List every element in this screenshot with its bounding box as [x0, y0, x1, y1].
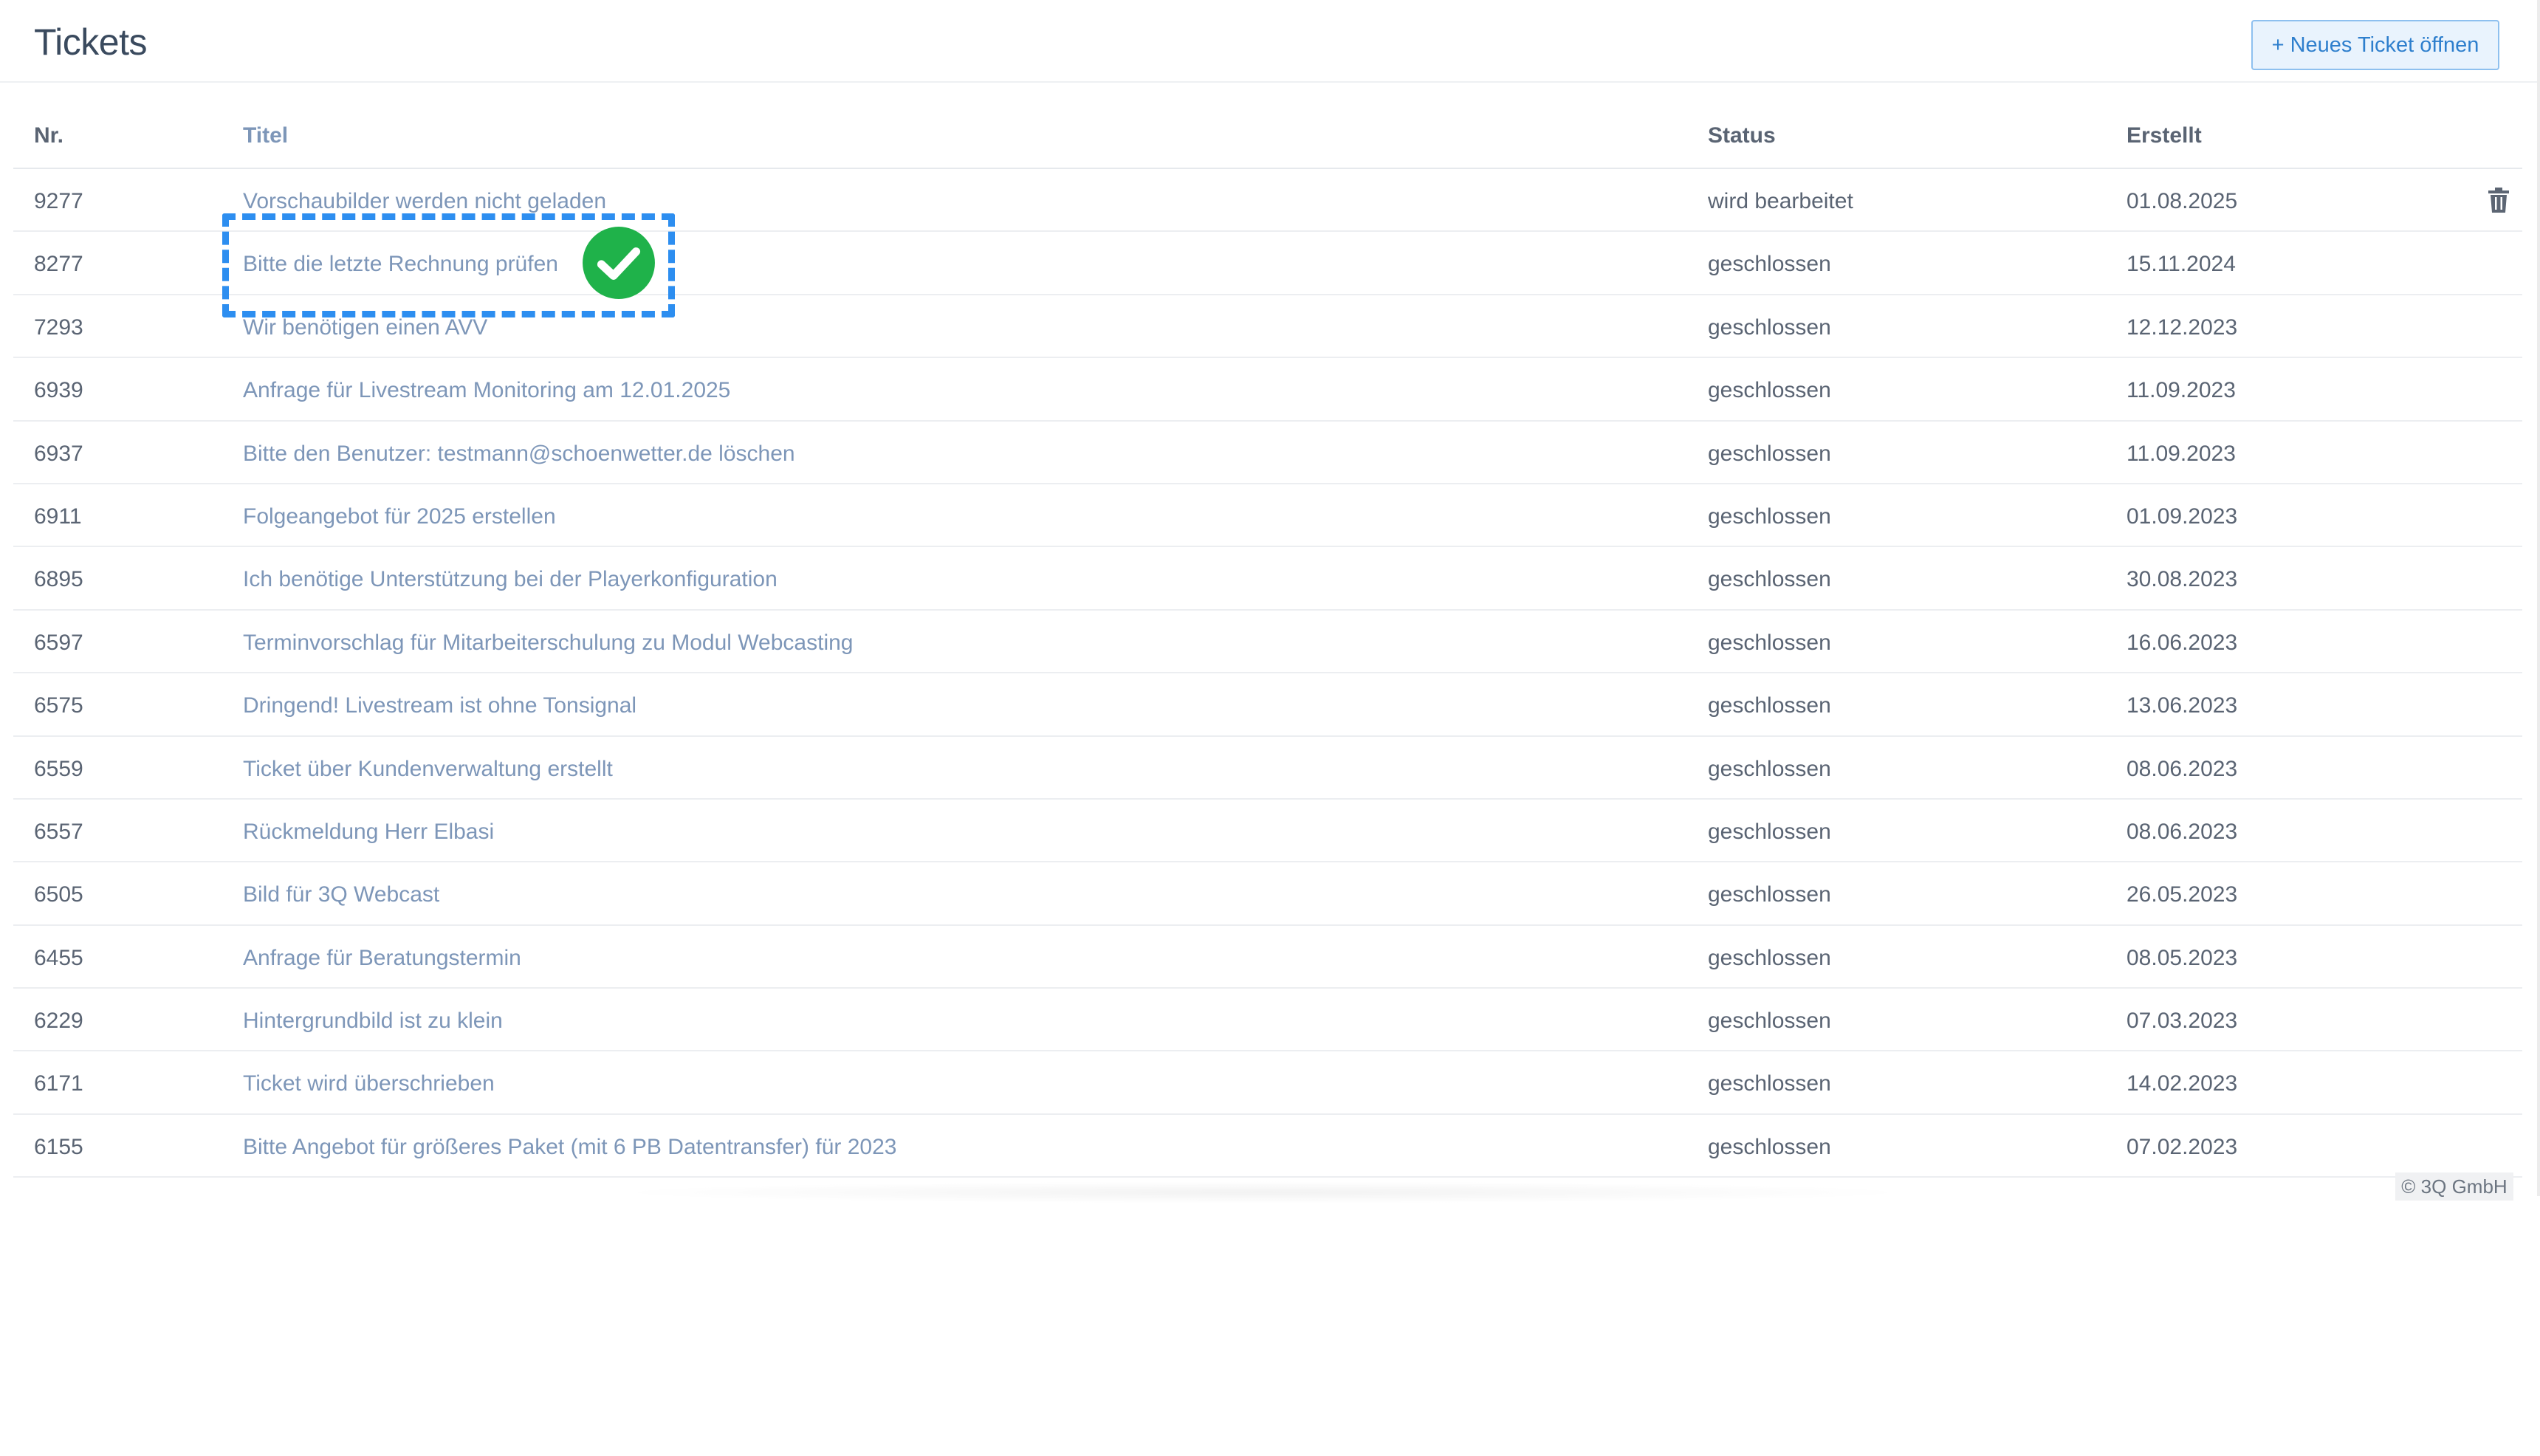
ticket-created-date: 08.06.2023: [2127, 756, 2238, 781]
ticket-status: geschlossen: [1708, 630, 1831, 655]
ticket-title-link[interactable]: Bitte Angebot für größeres Paket (mit 6 …: [243, 1135, 896, 1160]
trash-icon[interactable]: [2487, 187, 2510, 213]
table-row[interactable]: 6939 Anfrage für Livestream Monitoring am…: [13, 358, 2522, 422]
table-body: 9277 Vorschaubilder werden nicht geladen w…: [13, 169, 2522, 1178]
ticket-number: 6229: [34, 1009, 83, 1034]
ticket-title-link[interactable]: Hintergrundbild ist zu klein: [243, 1009, 503, 1034]
ticket-status: geschlossen: [1708, 567, 1831, 592]
ticket-created-date: 08.06.2023: [2127, 819, 2238, 844]
ticket-title-link[interactable]: Rückmeldung Herr Elbasi: [243, 820, 494, 845]
column-header-title: Titel: [243, 123, 289, 148]
ticket-created-date: 12.12.2023: [2127, 315, 2238, 340]
ticket-number: 6455: [34, 945, 83, 970]
ticket-status: geschlossen: [1708, 315, 1831, 340]
ticket-created-date: 16.06.2023: [2127, 630, 2238, 655]
ticket-created-date: 11.09.2023: [2127, 378, 2236, 403]
ticket-title-link[interactable]: Ticket wird überschrieben: [243, 1071, 495, 1096]
ticket-status: geschlossen: [1708, 756, 1831, 781]
ticket-created-date: 11.09.2023: [2127, 441, 2236, 466]
ticket-created-date: 01.09.2023: [2127, 504, 2238, 529]
ticket-number: 6937: [34, 441, 83, 466]
ticket-title-link[interactable]: Bild für 3Q Webcast: [243, 882, 439, 907]
ticket-number: 6597: [34, 630, 83, 655]
ticket-number: 6505: [34, 882, 83, 907]
ticket-title-link[interactable]: Folgeangebot für 2025 erstellen: [243, 504, 556, 529]
ticket-created-date: 07.02.2023: [2127, 1134, 2238, 1159]
ticket-title-link[interactable]: Anfrage für Beratungstermin: [243, 946, 521, 971]
ticket-number: 6911: [34, 504, 82, 529]
column-header-nr: Nr.: [34, 123, 64, 148]
ticket-status: geschlossen: [1708, 882, 1831, 907]
ticket-number: 6895: [34, 567, 83, 592]
ticket-created-date: 15.11.2024: [2127, 252, 2236, 277]
ticket-number: 6939: [34, 378, 83, 403]
ticket-number: 6155: [34, 1134, 83, 1159]
ticket-status: geschlossen: [1708, 1009, 1831, 1034]
ticket-created-date: 30.08.2023: [2127, 567, 2238, 592]
ticket-status: geschlossen: [1708, 252, 1831, 277]
copyright-notice: © 3Q GmbH: [2395, 1172, 2513, 1201]
ticket-created-date: 13.06.2023: [2127, 693, 2238, 718]
ticket-number: 8277: [34, 252, 83, 277]
table-row[interactable]: 6505 Bild für 3Q Webcast geschlossen 26.05.…: [13, 862, 2522, 926]
ticket-status: geschlossen: [1708, 378, 1831, 403]
ticket-title-link[interactable]: Dringend! Livestream ist ohne Tonsignal: [243, 693, 636, 718]
ticket-status: geschlossen: [1708, 504, 1831, 529]
ticket-title-link[interactable]: Terminvorschlag für Mitarbeiterschulung …: [243, 631, 853, 656]
ticket-status: geschlossen: [1708, 1134, 1831, 1159]
ticket-created-date: 08.05.2023: [2127, 945, 2238, 970]
ticket-created-date: 07.03.2023: [2127, 1009, 2238, 1034]
table-row[interactable]: 6937 Bitte den Benutzer: testmann@schoenw…: [13, 422, 2522, 484]
ticket-status: geschlossen: [1708, 693, 1831, 718]
column-header-status: Status: [1708, 123, 1776, 148]
ticket-number: 9277: [34, 189, 83, 213]
table-row[interactable]: 6895 Ich benötige Unterstützung bei der P…: [13, 547, 2522, 611]
table-row[interactable]: 6559 Ticket über Kundenverwaltung erstell…: [13, 737, 2522, 800]
ticket-title-link[interactable]: Wir benötigen einen AVV: [243, 315, 487, 340]
checkmark-icon: [583, 227, 655, 299]
table-row[interactable]: 6557 Rückmeldung Herr Elbasi geschlossen 08…: [13, 800, 2522, 863]
column-header-created: Erstellt: [2127, 123, 2202, 148]
table-row[interactable]: 6597 Terminvorschlag für Mitarbeiterschul…: [13, 611, 2522, 674]
table-bottom-shadow: [605, 1181, 1920, 1203]
table-row[interactable]: 6575 Dringend! Livestream ist ohne Tonsig…: [13, 673, 2522, 737]
ticket-title-link[interactable]: Anfrage für Livestream Monitoring am 12.…: [243, 378, 730, 403]
table-row[interactable]: 6455 Anfrage für Beratungstermin geschloss…: [13, 926, 2522, 989]
page-header: Tickets + Neues Ticket öffnen: [0, 0, 2540, 83]
table-row[interactable]: 6155 Bitte Angebot für größeres Paket (mi…: [13, 1115, 2522, 1178]
ticket-status: geschlossen: [1708, 819, 1831, 844]
page-title: Tickets: [34, 21, 148, 63]
ticket-number: 6559: [34, 756, 83, 781]
ticket-title-link[interactable]: Vorschaubilder werden nicht geladen: [243, 189, 606, 214]
new-ticket-button[interactable]: + Neues Ticket öffnen: [2251, 20, 2499, 70]
ticket-number: 6557: [34, 819, 83, 844]
ticket-created-date: 14.02.2023: [2127, 1071, 2238, 1096]
ticket-status: wird bearbeitet: [1708, 189, 1853, 213]
table-row[interactable]: 6229 Hintergrundbild ist zu klein geschlos…: [13, 989, 2522, 1052]
ticket-created-date: 01.08.2025: [2127, 189, 2238, 213]
ticket-title-link[interactable]: Ticket über Kundenverwaltung erstellt: [243, 757, 613, 782]
scrollbar-track[interactable]: [2537, 0, 2540, 1196]
ticket-number: 7293: [34, 315, 83, 340]
ticket-number: 6171: [34, 1071, 83, 1096]
table-row[interactable]: 6171 Ticket wird überschrieben geschlossen…: [13, 1051, 2522, 1115]
ticket-status: geschlossen: [1708, 441, 1831, 466]
ticket-status: geschlossen: [1708, 1071, 1831, 1096]
table-row[interactable]: 6911 Folgeangebot für 2025 erstellen gesch…: [13, 484, 2522, 548]
ticket-number: 6575: [34, 693, 83, 718]
ticket-title-link[interactable]: Ich benötige Unterstützung bei der Playe…: [243, 567, 778, 592]
table-header: Nr. Titel Status Erstellt: [13, 104, 2522, 169]
ticket-status: geschlossen: [1708, 945, 1831, 970]
ticket-created-date: 26.05.2023: [2127, 882, 2238, 907]
ticket-title-link[interactable]: Bitte den Benutzer: testmann@schoenwette…: [243, 442, 795, 467]
